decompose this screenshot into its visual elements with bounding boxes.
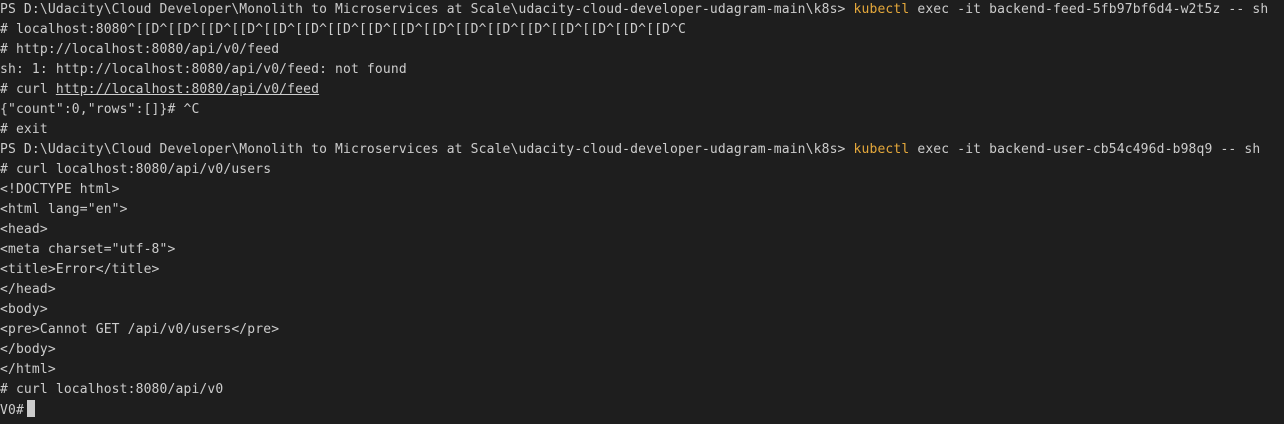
terminal-line: # http://localhost:8080/api/v0/feed (0, 42, 280, 57)
terminal-line: </html> (0, 362, 56, 377)
command-prefix: # curl (0, 82, 56, 97)
command-args: exec -it backend-user-cb54c496d-b98q9 --… (909, 142, 1261, 157)
terminal-line: # exit (0, 122, 48, 137)
terminal-line: # localhost:8080^[[D^[[D^[[D^[[D^[[D^[[D… (0, 22, 686, 37)
text-cursor (26, 400, 35, 417)
command-keyword: kubectl (853, 142, 910, 157)
terminal-line: <body> (0, 302, 48, 317)
current-prompt: V0# (0, 403, 24, 418)
terminal-line: # curl localhost:8080/api/v0 (0, 382, 224, 397)
terminal-line: <head> (0, 222, 48, 237)
terminal-line: <html lang="en"> (0, 202, 128, 217)
command-args: exec -it backend-feed-5fb97bf6d4-w2t5z -… (909, 2, 1269, 17)
terminal-line-prompt: PS D:\Udacity\Cloud Developer\Monolith t… (0, 0, 1268, 20)
command-keyword: kubectl (853, 2, 910, 17)
terminal-line: # curl http://localhost:8080/api/v0/feed (0, 80, 319, 100)
terminal-line: sh: 1: http://localhost:8080/api/v0/feed… (0, 62, 407, 77)
terminal-input-line[interactable]: V0# (0, 400, 35, 420)
url-link[interactable]: http://localhost:8080/api/v0/feed (56, 82, 319, 97)
prompt-text: PS D:\Udacity\Cloud Developer\Monolith t… (0, 142, 854, 157)
prompt-text: PS D:\Udacity\Cloud Developer\Monolith t… (0, 2, 854, 17)
terminal-line: </head> (0, 282, 56, 297)
terminal-line: <!DOCTYPE html> (0, 182, 120, 197)
terminal-line: <title>Error</title> (0, 262, 160, 277)
terminal-line: # curl localhost:8080/api/v0/users (0, 162, 272, 177)
terminal-panel[interactable]: PS D:\Udacity\Cloud Developer\Monolith t… (0, 0, 1284, 424)
terminal-line: <pre>Cannot GET /api/v0/users</pre> (0, 322, 280, 337)
terminal-line-prompt: PS D:\Udacity\Cloud Developer\Monolith t… (0, 140, 1260, 160)
terminal-line: {"count":0,"rows":[]}# ^C (0, 102, 200, 117)
terminal-line: </body> (0, 342, 56, 357)
terminal-line: <meta charset="utf-8"> (0, 242, 176, 257)
